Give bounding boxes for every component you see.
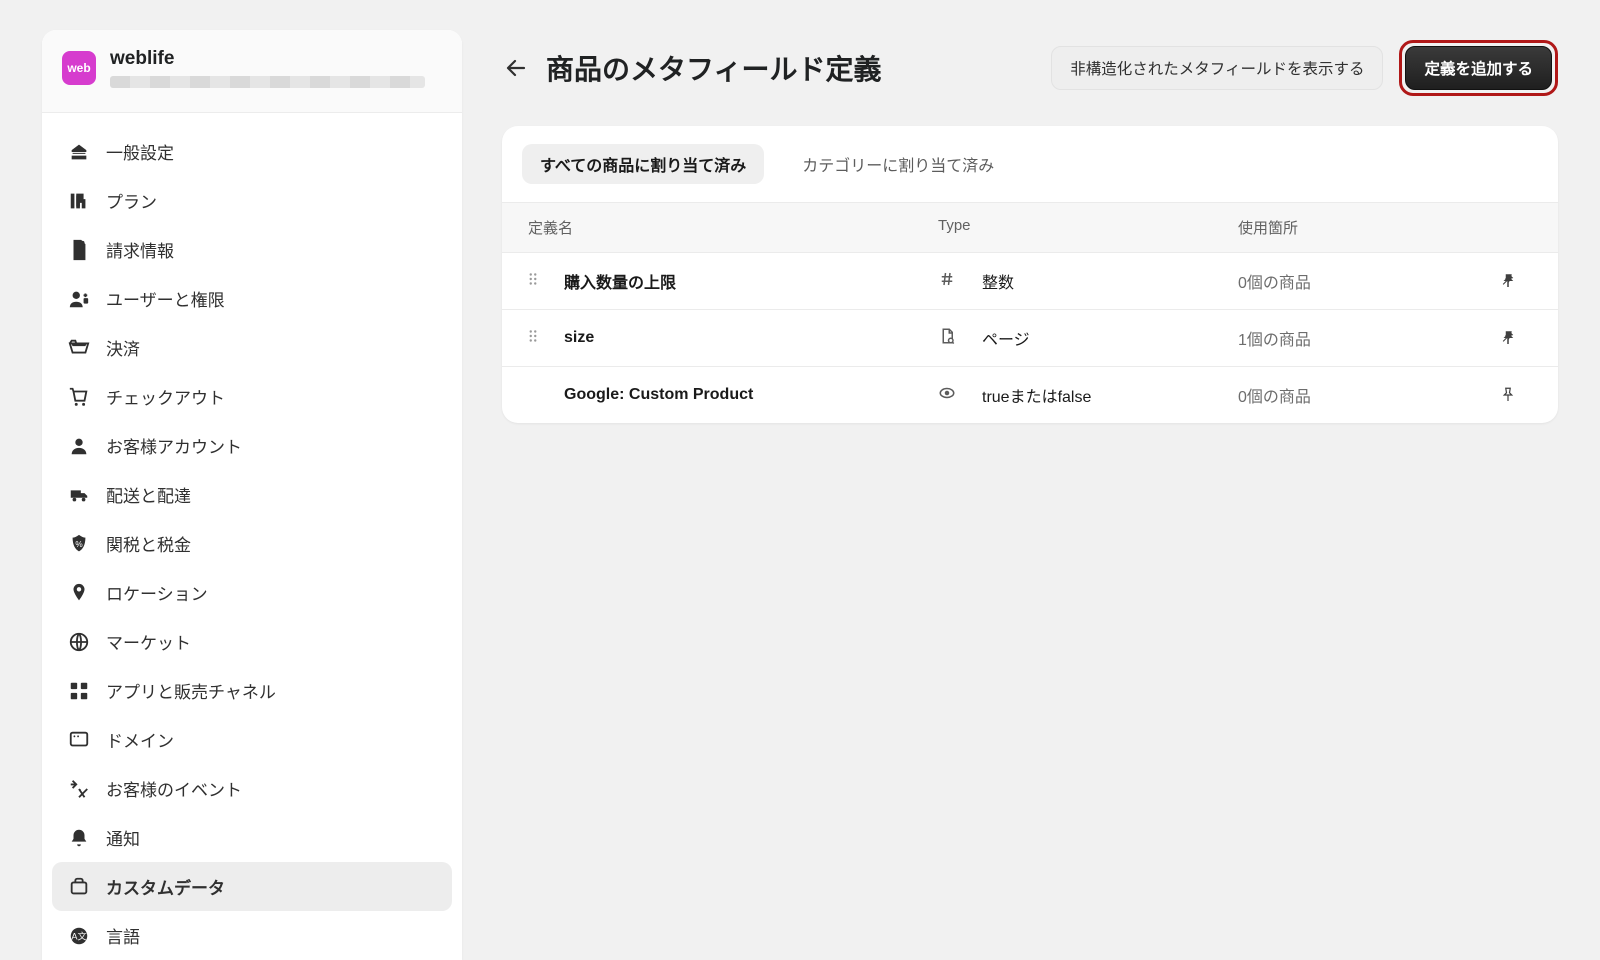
sidebar-icon-4 [68,337,90,359]
definition-usage: 1個の商品 [1238,326,1478,350]
sidebar-icon-2 [68,239,90,261]
sidebar-icon-10 [68,631,90,653]
definition-name: size [564,329,938,347]
sidebar-item-2[interactable]: 請求情報 [52,225,452,274]
table-head: 定義名 Type 使用箇所 [502,203,1558,253]
tab-1[interactable]: カテゴリーに割り当て済み [784,144,1012,184]
sidebar-item-13[interactable]: お客様のイベント [52,764,452,813]
page-header: 商品のメタフィールド定義 非構造化されたメタフィールドを表示する 定義を追加する [502,40,1558,96]
hash-icon [938,270,982,293]
sidebar-item-8[interactable]: % 関税と税金 [52,519,452,568]
sidebar-icon-9 [68,582,90,604]
sidebar-item-label: 言語 [106,923,140,948]
back-button[interactable] [502,54,530,82]
settings-nav: 一般設定プラン請求情報ユーザーと権限決済チェックアウトお客様アカウント配送と配達… [42,113,462,960]
app-root: web weblife 一般設定プラン請求情報ユーザーと権限決済チェックアウトお… [0,0,1600,960]
sidebar-item-6[interactable]: お客様アカウント [52,421,452,470]
sidebar-item-0[interactable]: 一般設定 [52,127,452,176]
sidebar-item-label: チェックアウト [106,384,225,409]
sidebar-item-label: 一般設定 [106,139,174,164]
definition-type: ページ [982,326,1238,350]
settings-sidebar: web weblife 一般設定プラン請求情報ユーザーと権限決済チェックアウトお… [42,30,462,960]
sidebar-item-label: マーケット [106,629,191,654]
pin-icon[interactable] [1478,329,1538,347]
eye-icon [938,384,982,407]
add-definition-button[interactable]: 定義を追加する [1405,46,1552,90]
table-row[interactable]: size ページ1個の商品 [502,310,1558,367]
sidebar-icon-15 [68,876,90,898]
tab-0[interactable]: すべての商品に割り当て済み [522,144,764,184]
table-row[interactable]: 購入数量の上限 整数0個の商品 [502,253,1558,310]
sidebar-item-11[interactable]: アプリと販売チャネル [52,666,452,715]
main-content: 商品のメタフィールド定義 非構造化されたメタフィールドを表示する 定義を追加する… [502,30,1582,960]
definition-usage: 0個の商品 [1238,269,1478,293]
sidebar-icon-1 [68,190,90,212]
definition-usage: 0個の商品 [1238,383,1478,407]
table-row[interactable]: Google: Custom Product trueまたはfalse0個の商品 [502,367,1558,423]
col-usage: 使用箇所 [1238,217,1478,238]
definition-name: Google: Custom Product [564,386,938,404]
drag-handle-icon[interactable] [524,327,564,350]
definition-name: 購入数量の上限 [564,269,938,293]
store-header[interactable]: web weblife [42,30,462,113]
sidebar-item-label: カスタムデータ [106,874,225,899]
sidebar-icon-5 [68,386,90,408]
sidebar-item-label: ロケーション [106,580,208,605]
sidebar-item-4[interactable]: 決済 [52,323,452,372]
sidebar-icon-0 [68,141,90,163]
svg-text:%: % [75,539,83,548]
table-body: 購入数量の上限整数0個の商品sizeページ1個の商品Google: Custom… [502,253,1558,423]
definitions-card: すべての商品に割り当て済みカテゴリーに割り当て済み 定義名 Type 使用箇所 … [502,126,1558,423]
page-title: 商品のメタフィールド定義 [546,48,1035,88]
sidebar-item-label: 通知 [106,825,140,850]
sidebar-item-7[interactable]: 配送と配達 [52,470,452,519]
sidebar-item-label: お客様のイベント [106,776,242,801]
pin-icon[interactable] [1478,386,1538,404]
sidebar-item-label: 関税と税金 [106,531,191,556]
sidebar-item-label: 請求情報 [106,237,174,262]
sidebar-item-15[interactable]: カスタムデータ [52,862,452,911]
sidebar-icon-13 [68,778,90,800]
pin-icon[interactable] [1478,272,1538,290]
sidebar-item-label: 決済 [106,335,140,360]
sidebar-item-10[interactable]: マーケット [52,617,452,666]
sidebar-icon-12 [68,729,90,751]
col-type: Type [938,217,1238,238]
sidebar-icon-11 [68,680,90,702]
svg-text:A文: A文 [71,930,86,941]
add-definition-highlight: 定義を追加する [1399,40,1558,96]
sidebar-item-1[interactable]: プラン [52,176,452,225]
sidebar-icon-7 [68,484,90,506]
sidebar-item-label: アプリと販売チャネル [106,678,276,703]
sidebar-item-label: ユーザーと権限 [106,286,225,311]
sidebar-item-14[interactable]: 通知 [52,813,452,862]
definition-type: trueまたはfalse [982,383,1238,407]
show-unstructured-button[interactable]: 非構造化されたメタフィールドを表示する [1051,46,1383,90]
definition-type: 整数 [982,269,1238,293]
sidebar-item-label: 配送と配達 [106,482,191,507]
page-icon [938,327,982,350]
sidebar-item-label: ドメイン [106,727,174,752]
assignment-tabs: すべての商品に割り当て済みカテゴリーに割り当て済み [502,126,1558,203]
sidebar-item-9[interactable]: ロケーション [52,568,452,617]
col-name: 定義名 [528,217,938,238]
sidebar-item-3[interactable]: ユーザーと権限 [52,274,452,323]
sidebar-item-12[interactable]: ドメイン [52,715,452,764]
drag-handle-icon[interactable] [524,270,564,293]
sidebar-icon-3 [68,288,90,310]
sidebar-icon-6 [68,435,90,457]
store-badge: web [62,51,96,85]
sidebar-icon-16: A文 [68,925,90,947]
sidebar-item-16[interactable]: A文 言語 [52,911,452,960]
sidebar-item-5[interactable]: チェックアウト [52,372,452,421]
sidebar-icon-8: % [68,533,90,555]
sidebar-item-label: プラン [106,188,157,213]
store-name: weblife [110,48,442,70]
store-info: weblife [110,48,442,88]
sidebar-icon-14 [68,827,90,849]
sidebar-item-label: お客様アカウント [106,433,242,458]
store-url-placeholder [110,76,425,88]
